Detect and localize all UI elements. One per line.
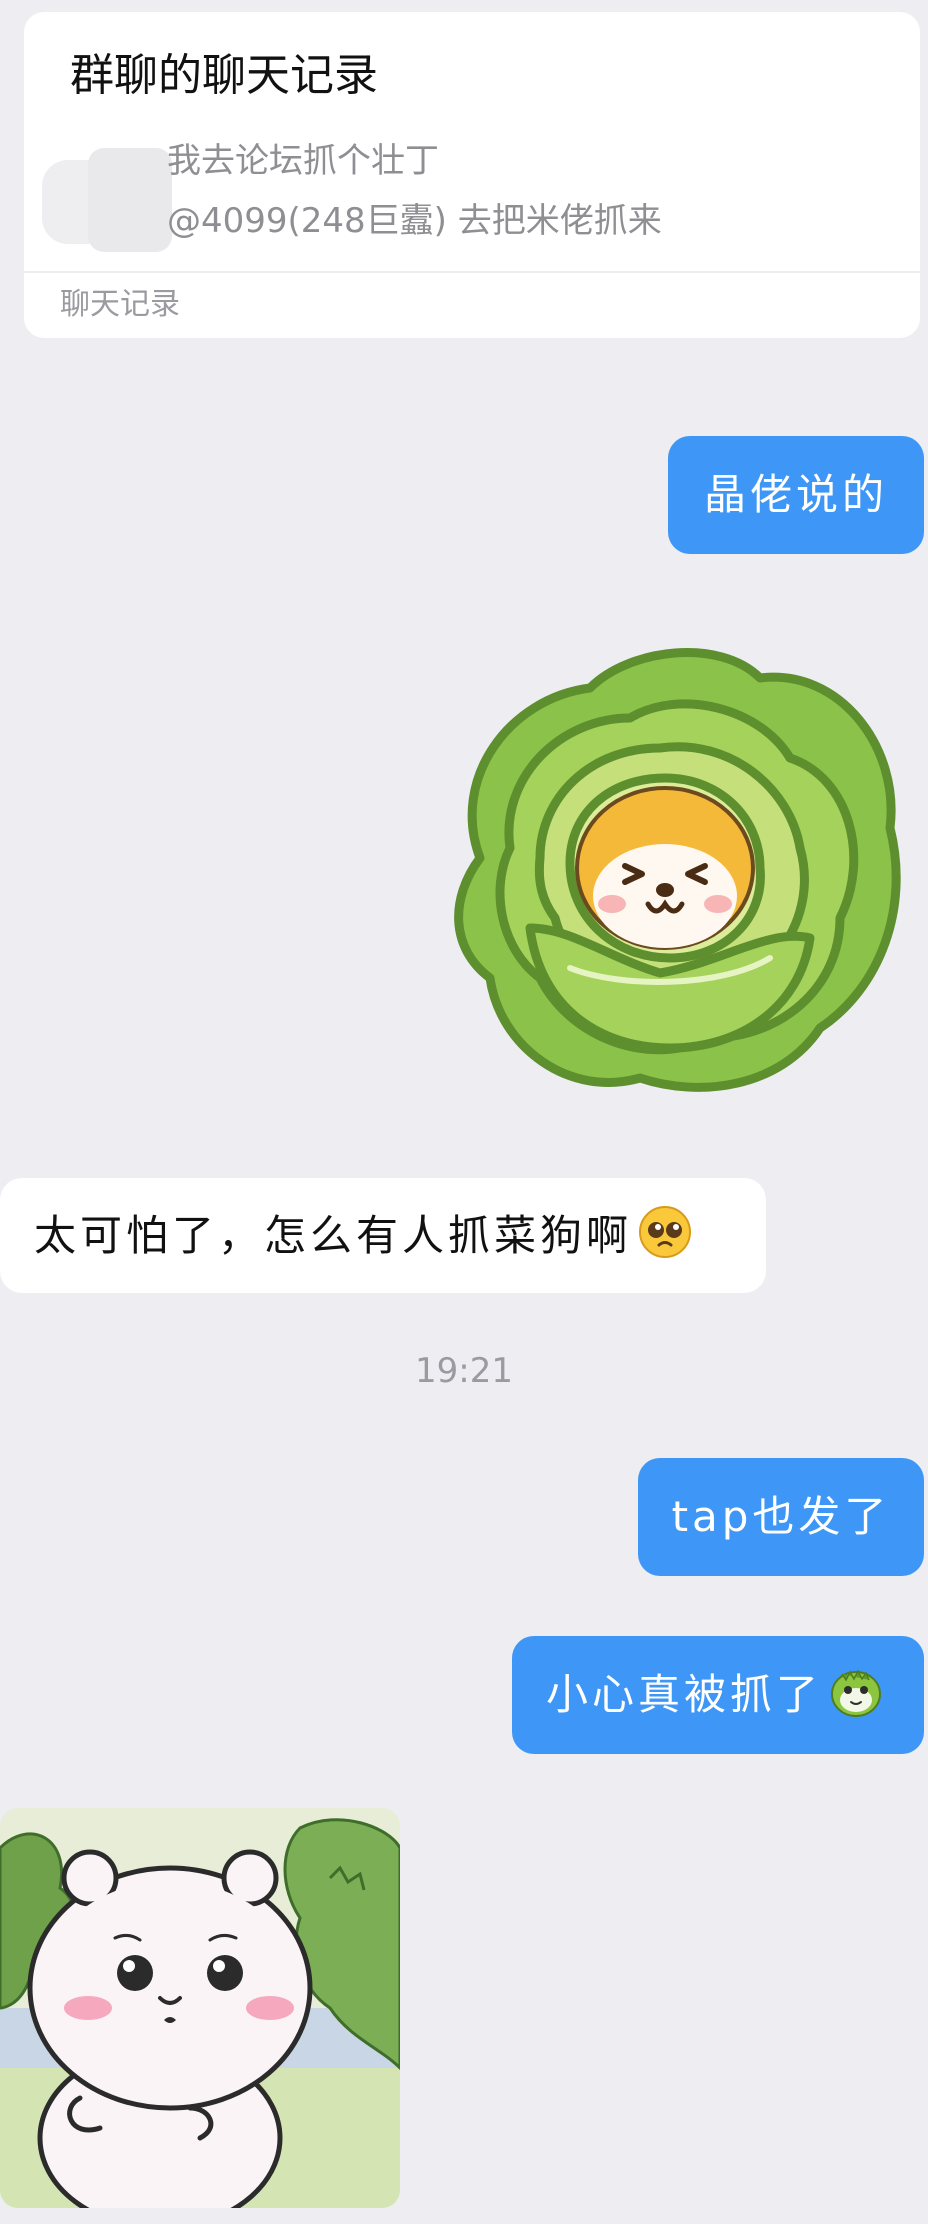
cabbage-dog-sticker[interactable] <box>420 628 910 1108</box>
message-text: 小心真被抓了 <box>546 1670 823 1719</box>
pleading-face-emoji-icon <box>638 1205 692 1266</box>
blurred-avatar <box>36 142 176 262</box>
outgoing-message-bubble[interactable]: 小心真被抓了 <box>512 1636 924 1754</box>
white-bear-sticker[interactable] <box>0 1808 400 2208</box>
chat-record-footer: 聊天记录 <box>60 287 180 322</box>
outgoing-message-bubble[interactable]: 晶佬说的 <box>668 436 924 554</box>
green-dinosaur-emoji-icon <box>828 1664 884 1727</box>
cabbage-dog-sticker-image <box>454 648 901 1092</box>
message-timestamp: 19:21 <box>415 1351 513 1391</box>
outgoing-message-bubble[interactable]: tap也发了 <box>638 1458 924 1576</box>
chat-record-preview-line-1: 我去论坛抓个壮丁 <box>167 141 439 181</box>
message-text: 太可怕了，怎么有人抓菜狗啊 <box>34 1210 633 1260</box>
chat-record-title: 群聊的聊天记录 <box>70 50 378 101</box>
incoming-message-bubble[interactable]: 太可怕了，怎么有人抓菜狗啊 <box>0 1178 766 1293</box>
chat-record-card[interactable]: 群聊的聊天记录 我去论坛抓个壮丁 @4099(248巨蠹) 去把米佬抓来 聊天记… <box>24 12 920 338</box>
chat-record-preview-line-2: @4099(248巨蠹) 去把米佬抓来 <box>167 201 662 241</box>
message-text: tap也发了 <box>671 1492 891 1541</box>
message-text: 晶佬说的 <box>703 470 888 519</box>
white-bear-sticker-image <box>0 1808 400 2208</box>
chat-record-divider <box>24 271 920 273</box>
